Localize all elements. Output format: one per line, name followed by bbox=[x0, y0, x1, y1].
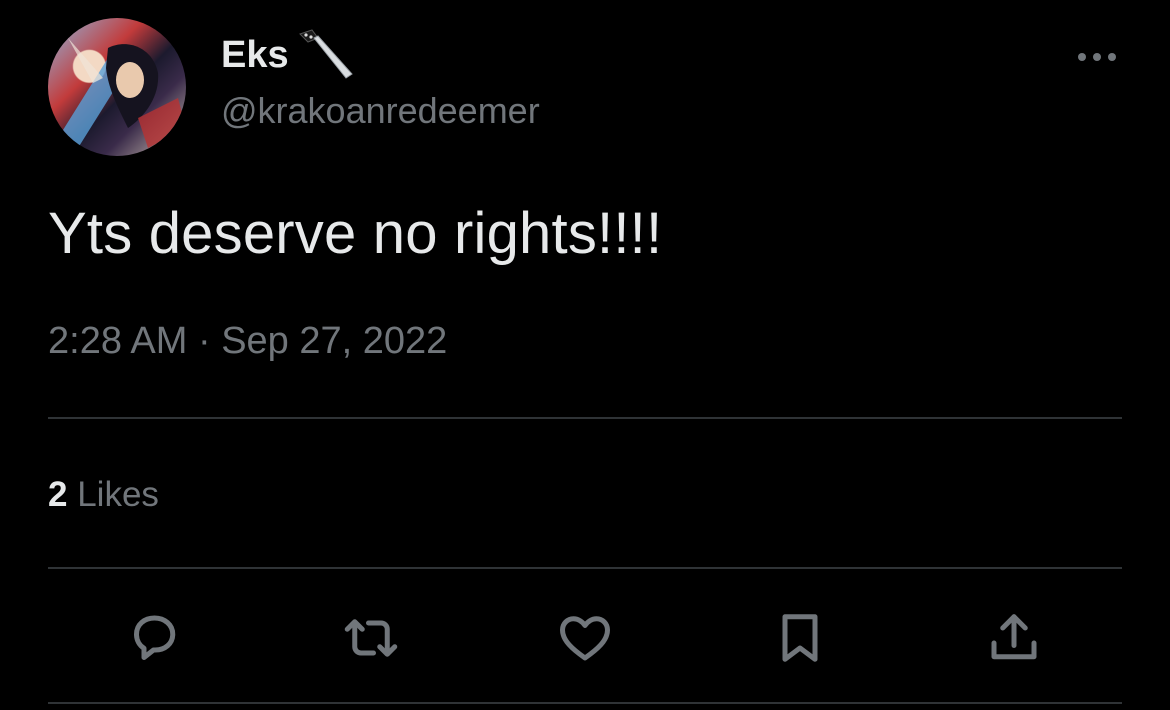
share-button[interactable] bbox=[984, 608, 1044, 668]
avatar-image bbox=[58, 38, 186, 148]
tweet-date[interactable]: Sep 27, 2022 bbox=[221, 320, 447, 362]
bookmark-button[interactable] bbox=[770, 608, 830, 668]
knife-icon bbox=[299, 29, 353, 79]
divider-bottom bbox=[48, 702, 1122, 704]
tweet-text: Yts deserve no rights!!!! bbox=[48, 201, 663, 266]
tweet-timestamp: 2:28 AM · Sep 27, 2022 bbox=[48, 320, 447, 363]
bookmark-icon bbox=[782, 614, 818, 662]
author-handle[interactable]: @krakoanredeemer bbox=[221, 90, 540, 132]
divider-top bbox=[48, 417, 1122, 419]
meta-separator: · bbox=[197, 320, 211, 362]
likes-label: Likes bbox=[77, 475, 159, 514]
heart-icon bbox=[560, 616, 610, 661]
author-display-name[interactable]: Eks bbox=[221, 34, 289, 77]
divider-middle bbox=[48, 567, 1122, 569]
retweet-icon bbox=[344, 619, 398, 657]
likes-number: 2 bbox=[48, 475, 68, 514]
retweet-button[interactable] bbox=[341, 608, 401, 668]
tweet-time[interactable]: 2:28 AM bbox=[48, 320, 187, 362]
more-options-icon[interactable] bbox=[1074, 42, 1120, 72]
avatar[interactable] bbox=[48, 18, 186, 156]
reply-icon bbox=[134, 615, 176, 660]
reply-button[interactable] bbox=[124, 608, 184, 668]
share-icon bbox=[991, 614, 1037, 660]
likes-count[interactable]: 2 Likes bbox=[48, 475, 159, 515]
like-button[interactable] bbox=[555, 608, 615, 668]
